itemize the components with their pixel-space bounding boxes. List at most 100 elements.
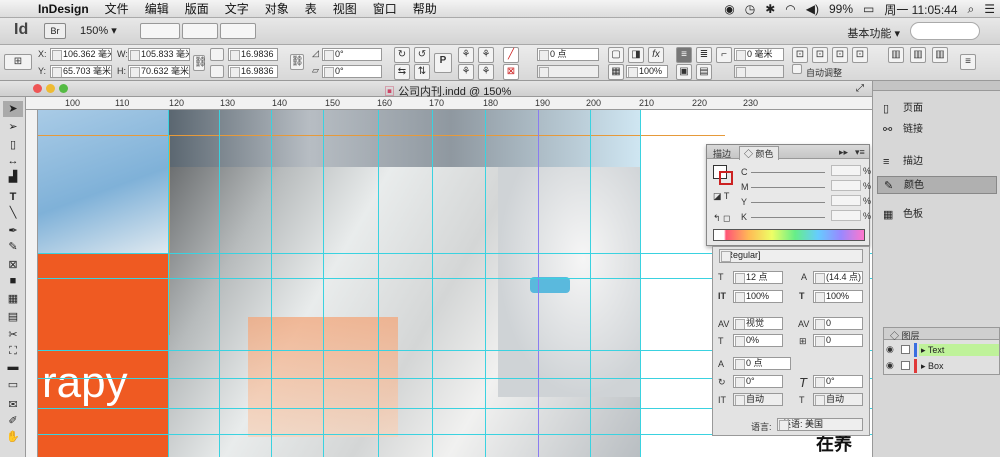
y-slider[interactable]: [751, 202, 825, 203]
horizontal-ruler[interactable]: 100 110 120 130 140 150 160 170 180 190 …: [26, 97, 872, 110]
guide-line[interactable]: [538, 110, 539, 457]
minimize-window-button[interactable]: [46, 84, 55, 93]
layer-name-text[interactable]: ▸ Text: [919, 344, 999, 356]
scale-link-icon[interactable]: ⛓: [290, 54, 304, 70]
shear-angle-field[interactable]: 0°: [322, 65, 382, 78]
select-next-icon[interactable]: ⚘: [478, 64, 494, 80]
workspace-switcher[interactable]: 基本功能 ▾: [847, 25, 900, 41]
hand-tool-icon[interactable]: ✋: [3, 429, 23, 445]
text-wrap-box-icon[interactable]: ≣: [696, 47, 712, 63]
constrain-proportions-icon[interactable]: ⛓: [193, 55, 207, 71]
guide-line[interactable]: [485, 110, 486, 457]
line-tool-icon[interactable]: ╲: [3, 205, 23, 221]
rotate-cw-icon[interactable]: ↻: [394, 47, 410, 63]
height-field[interactable]: 70.632 毫米: [128, 65, 190, 78]
guide-line[interactable]: [378, 110, 379, 457]
menu-object[interactable]: 对象: [257, 0, 297, 17]
vertical-ruler[interactable]: [26, 110, 38, 457]
fill-frame-icon[interactable]: ⊡: [852, 47, 868, 63]
lock-toggle[interactable]: [901, 361, 910, 370]
guide-line[interactable]: [323, 110, 324, 457]
width-field[interactable]: 105.833 毫米: [128, 48, 190, 61]
none-swatch-icon[interactable]: ↰ ◻: [713, 213, 731, 224]
wifi-icon[interactable]: ◠: [780, 2, 800, 16]
flip-horizontal-icon[interactable]: ⇆: [394, 64, 410, 80]
guide-line[interactable]: [590, 110, 591, 457]
flip-vertical-icon[interactable]: ⇅: [414, 64, 430, 80]
battery-percent[interactable]: 99%: [824, 2, 858, 16]
panel-pages[interactable]: ▯ 页面: [877, 100, 997, 118]
view-options-button[interactable]: [140, 23, 180, 39]
aki-field[interactable]: 0: [813, 334, 863, 347]
stroke-weight-field[interactable]: 0 点: [537, 48, 599, 61]
layer-row-box[interactable]: ◉ ▸ Box: [884, 359, 999, 373]
page-headline-text[interactable]: rapy: [42, 358, 128, 408]
blue-glove-image[interactable]: [38, 110, 168, 253]
note-tool-icon[interactable]: ✉: [3, 397, 23, 413]
top-photo-strip[interactable]: [168, 110, 640, 167]
rectangle-tool-icon[interactable]: ■: [3, 273, 23, 289]
clock[interactable]: 周一 11:05:44: [879, 1, 962, 18]
bluetooth-icon[interactable]: ✱: [760, 2, 780, 16]
kerning-field[interactable]: 视觉: [733, 317, 783, 330]
fill-swatch-icon[interactable]: ╱: [503, 47, 519, 63]
type-tool-icon[interactable]: T: [3, 189, 23, 205]
close-window-button[interactable]: [33, 84, 42, 93]
horizontal-scale-field[interactable]: 100%: [813, 290, 863, 303]
text-wrap-shape-icon[interactable]: ▣: [676, 64, 692, 80]
drop-shadow-icon[interactable]: ▢: [608, 47, 624, 63]
font-size-field[interactable]: 12 点: [733, 271, 783, 284]
frame-fitting-icon[interactable]: ▥: [888, 47, 904, 63]
battery-icon[interactable]: ▭: [858, 2, 879, 16]
c-slider[interactable]: [751, 172, 825, 173]
distribute-icon[interactable]: ▥: [932, 47, 948, 63]
fit-frame-content-icon[interactable]: ⊡: [812, 47, 828, 63]
text-wrap-jump-icon[interactable]: ▤: [696, 64, 712, 80]
tab-stroke[interactable]: 描边: [713, 147, 731, 160]
gap-tool-icon[interactable]: ↔: [3, 153, 23, 169]
select-previous-icon[interactable]: ⚘: [478, 47, 494, 63]
pen-tool-icon[interactable]: ✒: [3, 223, 23, 239]
y-field[interactable]: [831, 195, 861, 206]
color-spectrum-ramp[interactable]: [713, 229, 865, 241]
rotate-ccw-icon[interactable]: ↺: [414, 47, 430, 63]
menu-help[interactable]: 帮助: [405, 0, 445, 17]
page-tool-icon[interactable]: ▯: [3, 137, 23, 153]
fit-content-frame-icon[interactable]: ⊡: [792, 47, 808, 63]
guide-line[interactable]: [640, 110, 641, 457]
c-field[interactable]: [831, 165, 861, 176]
corner-option-icon[interactable]: ⌐: [716, 47, 732, 63]
arrange-documents-button[interactable]: [220, 23, 256, 39]
panel-menu-icon[interactable]: ▾≡: [855, 147, 865, 158]
screen-mode-button[interactable]: [182, 23, 218, 39]
laboratory-photo[interactable]: [168, 167, 640, 457]
opacity-field[interactable]: 100%: [626, 65, 668, 78]
panel-swatches[interactable]: ▦ 色板: [877, 206, 997, 224]
rotation-angle-field[interactable]: 0°: [322, 48, 382, 61]
stroke-swatch-icon[interactable]: ⊠: [503, 64, 519, 80]
layer-row-text[interactable]: ◉ ▸ Text: [884, 343, 999, 357]
grid-tool-icon[interactable]: ▤: [3, 309, 23, 325]
selection-tool-icon[interactable]: ➤: [3, 101, 23, 117]
zoom-level[interactable]: 150% ▾: [80, 24, 117, 37]
fx-icon[interactable]: fx: [648, 47, 664, 63]
spotlight-icon[interactable]: ⌕: [963, 2, 980, 17]
menu-type[interactable]: 文字: [217, 0, 257, 17]
select-content-icon[interactable]: ⚘: [458, 64, 474, 80]
stroke-type-select[interactable]: [537, 65, 599, 78]
guide-line[interactable]: [168, 110, 169, 457]
panel-links[interactable]: ⚯ 链接: [877, 121, 997, 139]
corner-shape-select[interactable]: [734, 65, 784, 78]
direct-selection-tool-icon[interactable]: ➢: [3, 119, 23, 135]
orange-block[interactable]: [38, 253, 168, 457]
language-select[interactable]: 英语: 美国: [777, 418, 863, 431]
panel-menu-icon[interactable]: ≡: [960, 54, 976, 70]
volume-icon[interactable]: ◀): [801, 2, 824, 16]
eyedropper-tool-icon[interactable]: ✐: [3, 413, 23, 429]
reference-point-icon[interactable]: ⊞: [4, 54, 32, 70]
visibility-eye-icon[interactable]: ◉: [886, 360, 894, 371]
menu-window[interactable]: 窗口: [365, 0, 405, 17]
visibility-eye-icon[interactable]: ◉: [886, 344, 894, 355]
menu-edit[interactable]: 编辑: [137, 0, 177, 17]
menu-file[interactable]: 文件: [97, 0, 137, 17]
